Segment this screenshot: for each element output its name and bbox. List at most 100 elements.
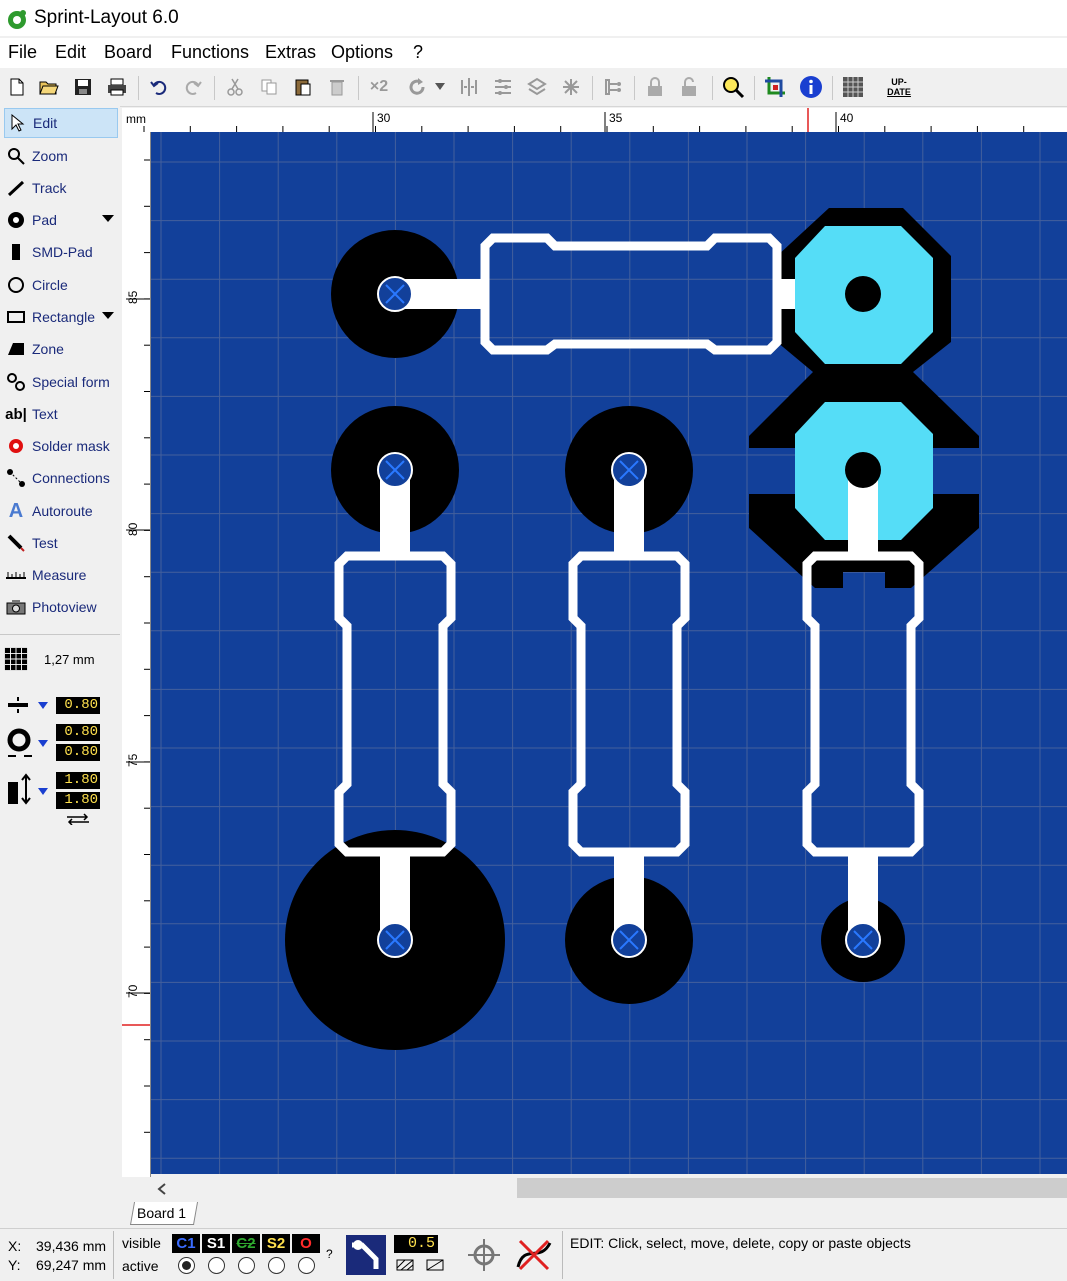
tool-label: Edit bbox=[33, 115, 58, 131]
pcb-canvas[interactable] bbox=[151, 132, 1067, 1174]
chevron-down-icon[interactable] bbox=[38, 740, 48, 748]
zoom-icon[interactable] bbox=[720, 74, 746, 100]
grid-icon bbox=[4, 647, 28, 671]
drill-marker[interactable] bbox=[377, 276, 413, 312]
pcb-chip-icon[interactable] bbox=[840, 74, 866, 100]
mirror-icon[interactable] bbox=[456, 74, 482, 100]
title-bar: Sprint-Layout 6.0 bbox=[0, 0, 1067, 36]
scrollbar-thumb[interactable] bbox=[517, 1178, 1067, 1198]
menu-edit[interactable]: Edit bbox=[55, 42, 86, 63]
smd-size-icon bbox=[8, 773, 31, 805]
ruler-left-ticks bbox=[122, 159, 150, 1133]
smd-width-value[interactable]: 1.80 bbox=[56, 772, 100, 789]
toolbar: ×2 UP- DATE bbox=[0, 70, 1067, 107]
info-icon[interactable] bbox=[798, 74, 824, 100]
menu-file[interactable]: File bbox=[8, 42, 37, 63]
drc-icon[interactable] bbox=[762, 74, 788, 100]
drill-marker[interactable] bbox=[377, 452, 413, 488]
tool-autoroute[interactable]: A Autoroute bbox=[4, 496, 118, 526]
cut-icon[interactable] bbox=[222, 74, 248, 100]
tool-zone[interactable]: Zone bbox=[4, 334, 118, 364]
x2-icon[interactable]: ×2 bbox=[366, 74, 392, 100]
tool-text[interactable]: ab| Text bbox=[4, 399, 118, 429]
tab-board-1[interactable]: Board 1 bbox=[137, 1205, 186, 1221]
delete-icon[interactable] bbox=[324, 74, 350, 100]
chevron-down-icon[interactable] bbox=[38, 788, 48, 796]
rotate-dropdown-icon[interactable] bbox=[432, 74, 448, 100]
drill-marker[interactable] bbox=[377, 922, 413, 958]
tool-label: Circle bbox=[32, 277, 68, 293]
chevron-down-icon[interactable] bbox=[38, 702, 48, 710]
tool-test[interactable]: Test bbox=[4, 528, 118, 558]
hatch-fill-icon[interactable] bbox=[396, 1259, 414, 1271]
tool-rectangle[interactable]: Rectangle bbox=[4, 302, 118, 332]
ungroup-icon[interactable] bbox=[558, 74, 584, 100]
tool-label: Measure bbox=[32, 567, 87, 583]
group-icon[interactable] bbox=[524, 74, 550, 100]
rubberband-off-icon[interactable] bbox=[512, 1233, 556, 1277]
tool-solder-mask[interactable]: Solder mask bbox=[4, 431, 118, 461]
layer-s1-toggle[interactable]: S1 bbox=[202, 1234, 230, 1253]
layer-s2-toggle[interactable]: S2 bbox=[262, 1234, 290, 1253]
active-layer-s1-radio[interactable] bbox=[208, 1257, 225, 1274]
copy-icon[interactable] bbox=[256, 74, 282, 100]
print-icon[interactable] bbox=[104, 74, 130, 100]
tool-connections[interactable]: Connections bbox=[4, 463, 118, 493]
active-layer-s2-radio[interactable] bbox=[268, 1257, 285, 1274]
pad-outer-value[interactable]: 0.80 bbox=[56, 724, 100, 741]
active-layer-c2-radio[interactable] bbox=[238, 1257, 255, 1274]
chevron-down-icon[interactable] bbox=[102, 215, 114, 222]
layer-o-toggle[interactable]: O bbox=[292, 1234, 320, 1253]
tool-zoom[interactable]: Zoom bbox=[4, 141, 118, 171]
active-layer-o-radio[interactable] bbox=[298, 1257, 315, 1274]
new-file-icon[interactable] bbox=[4, 74, 30, 100]
tool-special-form[interactable]: Special form bbox=[4, 367, 118, 397]
component-icon[interactable] bbox=[600, 74, 626, 100]
align-icon[interactable] bbox=[490, 74, 516, 100]
menu-board[interactable]: Board bbox=[104, 42, 152, 63]
layer-help-mark[interactable]: ? bbox=[326, 1247, 333, 1261]
y-coord-value: 69,247 mm bbox=[36, 1257, 107, 1273]
hatch-outline-icon[interactable] bbox=[426, 1259, 444, 1271]
menu-functions[interactable]: Functions bbox=[171, 42, 249, 63]
tool-label: Special form bbox=[32, 374, 110, 390]
tool-track[interactable]: Track bbox=[4, 173, 118, 203]
tool-edit[interactable]: Edit bbox=[4, 108, 118, 138]
pad-drill-hole bbox=[845, 276, 881, 312]
smd-height-value[interactable]: 1.80 bbox=[56, 792, 100, 809]
horizontal-scrollbar[interactable] bbox=[151, 1175, 1067, 1202]
menu-extras[interactable]: Extras bbox=[265, 42, 316, 63]
save-icon[interactable] bbox=[70, 74, 96, 100]
tool-circle[interactable]: Circle bbox=[4, 270, 118, 300]
layer-c1-toggle[interactable]: C1 bbox=[172, 1234, 200, 1253]
zoom-value[interactable]: 0.5 bbox=[394, 1235, 438, 1253]
active-layer-c1-radio[interactable] bbox=[178, 1257, 195, 1274]
paste-icon[interactable] bbox=[290, 74, 316, 100]
grid-size-button[interactable]: 1,27 mm bbox=[4, 644, 118, 674]
crosshair-icon[interactable] bbox=[464, 1233, 504, 1277]
drill-marker[interactable] bbox=[611, 452, 647, 488]
tool-label: Rectangle bbox=[32, 309, 96, 325]
tool-smd-pad[interactable]: SMD-Pad bbox=[4, 237, 118, 267]
swap-arrows-icon[interactable] bbox=[64, 813, 92, 825]
update-icon[interactable]: UP- DATE bbox=[882, 74, 916, 100]
lock-icon[interactable] bbox=[642, 74, 668, 100]
scroll-left-icon[interactable] bbox=[157, 1183, 167, 1195]
drill-marker[interactable] bbox=[845, 922, 881, 958]
redo-icon[interactable] bbox=[180, 74, 206, 100]
menu-options[interactable]: Options bbox=[331, 42, 393, 63]
layer-c2-toggle[interactable]: C2 bbox=[232, 1234, 260, 1253]
trace-mode-icon[interactable] bbox=[346, 1235, 386, 1275]
tool-measure[interactable]: Measure bbox=[4, 560, 118, 590]
unlock-icon[interactable] bbox=[676, 74, 702, 100]
chevron-down-icon[interactable] bbox=[102, 312, 114, 319]
open-folder-icon[interactable] bbox=[36, 74, 62, 100]
pad-inner-value[interactable]: 0.80 bbox=[56, 744, 100, 761]
track-width-value[interactable]: 0.80 bbox=[56, 697, 100, 714]
undo-icon[interactable] bbox=[146, 74, 172, 100]
drill-marker[interactable] bbox=[611, 922, 647, 958]
tool-pad[interactable]: Pad bbox=[4, 205, 118, 235]
tool-photoview[interactable]: Photoview bbox=[4, 592, 118, 622]
rotate-icon[interactable] bbox=[404, 74, 430, 100]
menu-help[interactable]: ? bbox=[413, 42, 423, 63]
